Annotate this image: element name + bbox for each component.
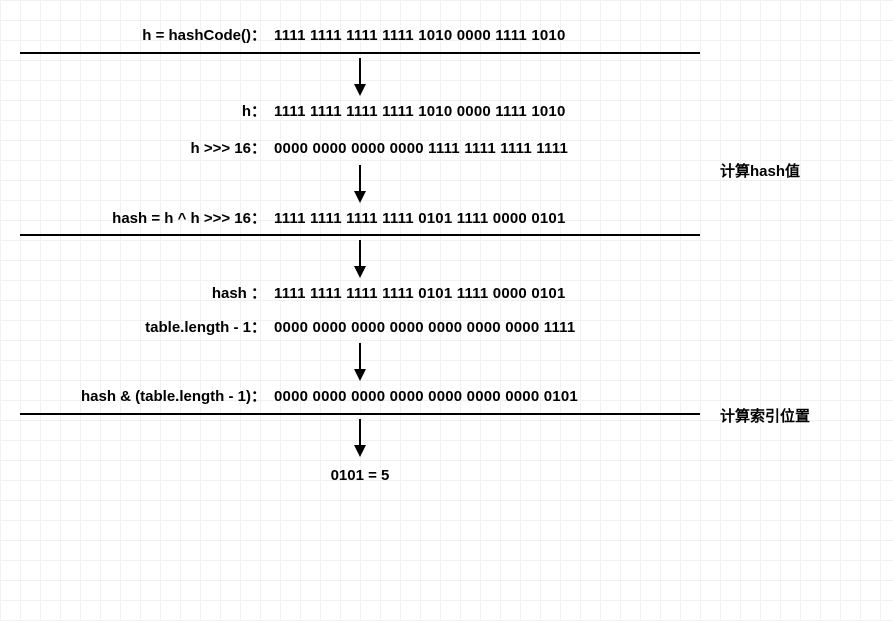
hash-diagram: h = hashCode()： 1111 1111 1111 1111 1010… xyxy=(20,22,700,484)
row-tablelen: table.length - 1： 0000 0000 0000 0000 00… xyxy=(20,318,700,338)
row-h: h： 1111 1111 1111 1111 1010 0000 1111 10… xyxy=(20,102,700,122)
label-hash-xor: hash = h ^ h >>> 16： xyxy=(20,209,270,229)
annotation-index: 计算索引位置 xyxy=(720,405,810,426)
row-hshift: h >>> 16： 0000 0000 0000 0000 1111 1111 … xyxy=(20,139,700,159)
label-hashcode: h = hashCode()： xyxy=(20,26,270,46)
arrow-4 xyxy=(20,341,700,383)
bits-tablelen: 0000 0000 0000 0000 0000 0000 0000 1111 xyxy=(270,318,700,338)
bits-hshift: 0000 0000 0000 0000 1111 1111 1111 1111 xyxy=(270,139,700,159)
row-hash-and: hash & (table.length - 1)： 0000 0000 000… xyxy=(20,387,700,407)
label-hash: hash ： xyxy=(20,284,270,304)
arrow-down-icon xyxy=(352,238,368,278)
arrow-2 xyxy=(20,163,700,205)
bits-hash-xor: 1111 1111 1111 1111 0101 1111 0000 0101 xyxy=(270,209,700,229)
arrow-1 xyxy=(20,56,700,98)
arrow-down-icon xyxy=(352,56,368,96)
arrow-down-icon xyxy=(352,341,368,381)
arrow-down-icon xyxy=(352,163,368,203)
annotation-hash: 计算hash值 xyxy=(720,160,800,181)
row-hash: hash ： 1111 1111 1111 1111 0101 1111 000… xyxy=(20,284,700,304)
arrow-3 xyxy=(20,238,700,280)
arrow-5 xyxy=(20,417,700,459)
bits-hash-and: 0000 0000 0000 0000 0000 0000 0000 0101 xyxy=(270,387,700,407)
label-hash-and: hash & (table.length - 1)： xyxy=(20,387,270,407)
divider-2 xyxy=(20,234,700,236)
divider-1 xyxy=(20,52,700,54)
result: 0101 = 5 xyxy=(20,467,700,484)
bits-hashcode: 1111 1111 1111 1111 1010 0000 1111 1010 xyxy=(270,26,700,46)
row-hashcode: h = hashCode()： 1111 1111 1111 1111 1010… xyxy=(20,26,700,46)
arrow-down-icon xyxy=(352,417,368,457)
divider-3 xyxy=(20,413,700,415)
label-tablelen: table.length - 1： xyxy=(20,318,270,338)
label-h: h： xyxy=(20,102,270,122)
bits-h: 1111 1111 1111 1111 1010 0000 1111 1010 xyxy=(270,102,700,122)
row-hash-xor: hash = h ^ h >>> 16： 1111 1111 1111 1111… xyxy=(20,209,700,229)
bits-hash: 1111 1111 1111 1111 0101 1111 0000 0101 xyxy=(270,284,700,304)
label-hshift: h >>> 16： xyxy=(20,139,270,159)
